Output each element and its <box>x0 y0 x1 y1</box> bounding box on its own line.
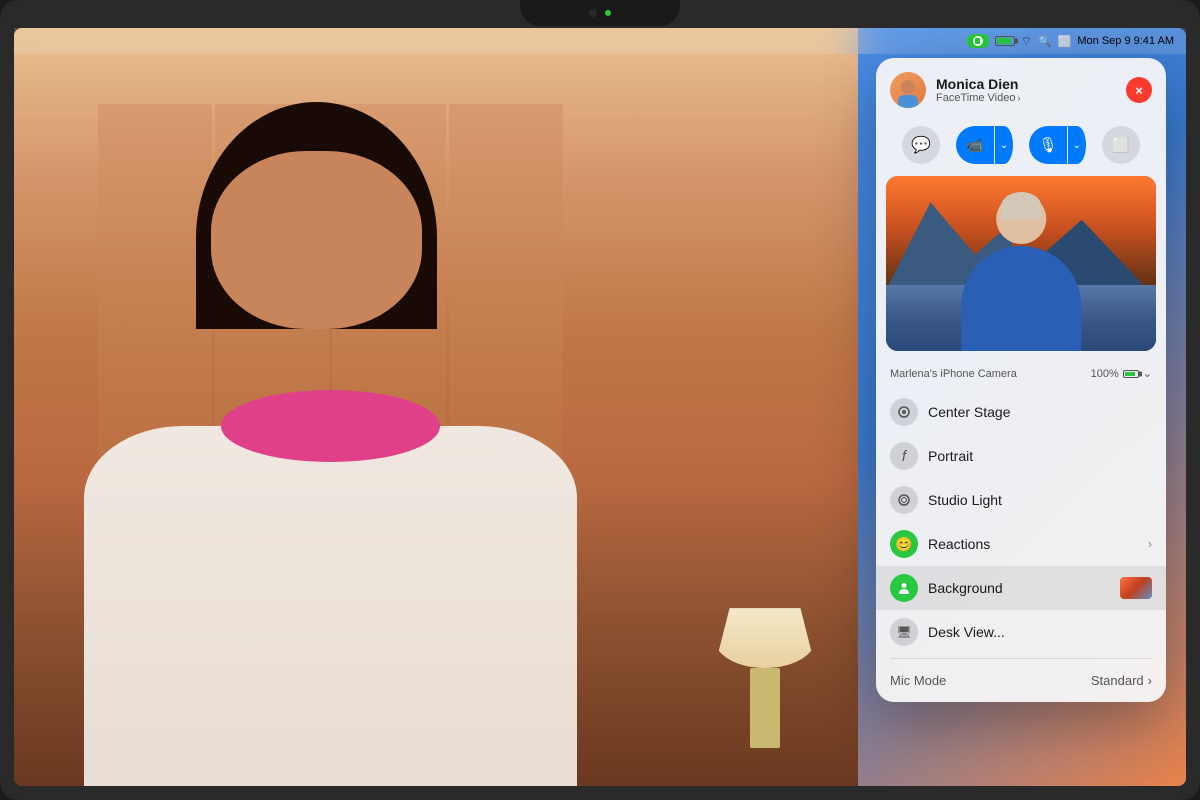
remote-video-feed <box>886 176 1156 351</box>
reactions-icon: 😊 <box>890 530 918 558</box>
battery-nub <box>1015 39 1018 44</box>
reactions-chevron: › <box>1148 537 1152 551</box>
mic-mode-chevron: › <box>1148 673 1152 688</box>
contact-info: Monica Dien FaceTime Video › <box>936 76 1126 105</box>
background-person-svg <box>897 581 911 595</box>
avatar-figure <box>897 78 919 108</box>
portrait-label: Portrait <box>928 448 1152 464</box>
video-battery-bar <box>1123 370 1139 378</box>
person-head <box>166 102 468 426</box>
menu-bar: ⌔ 🔍 ⬜ Mon Sep 9 9:41 AM <box>14 28 1186 54</box>
video-battery-fill <box>1125 372 1135 376</box>
avatar-body <box>898 95 918 108</box>
facetime-menu-indicator[interactable] <box>967 34 989 48</box>
background-thumbnail <box>1120 577 1152 599</box>
remote-person-figure <box>933 194 1109 352</box>
contact-name: Monica Dien <box>936 76 1126 93</box>
lamp-base <box>750 668 780 748</box>
chat-button[interactable]: 💬 <box>902 126 940 164</box>
battery-bar <box>995 36 1015 46</box>
remote-person-body <box>961 246 1081 352</box>
center-stage-label: Center Stage <box>928 404 1152 420</box>
mic-mode-standard: Standard <box>1091 673 1144 688</box>
mic-mode-value: Standard › <box>1091 673 1152 688</box>
wifi-icon[interactable]: ⌔ <box>1021 34 1032 49</box>
screen-mirroring-icon[interactable]: ⬜ <box>1058 35 1072 48</box>
menu-item-center-stage[interactable]: Center Stage <box>876 390 1166 434</box>
screen-share-button[interactable]: ⬜ <box>1102 126 1140 164</box>
video-dropdown-chevron: ⌄ <box>1000 140 1008 151</box>
remote-person-head <box>996 194 1046 244</box>
video-chevron-button[interactable]: ⌄ <box>995 126 1013 164</box>
room-lamp <box>714 608 815 748</box>
play-triangle <box>975 38 980 44</box>
desk-view-label: Desk View... <box>928 624 1152 640</box>
screen-share-icon: ⬜ <box>1112 137 1129 154</box>
camera-indicator-light <box>605 10 611 16</box>
menu-item-reactions[interactable]: 😊 Reactions › <box>876 522 1166 566</box>
mic-dropdown-chevron: ⌄ <box>1073 140 1081 151</box>
mic-control-group: 🎙 ⌄ <box>1029 126 1086 164</box>
mic-mode-row[interactable]: Mic Mode Standard › <box>876 663 1166 698</box>
background-thumb-image <box>1120 577 1152 599</box>
battery-percentage: 100% <box>1091 368 1119 380</box>
studio-light-svg <box>897 493 911 507</box>
menu-item-background[interactable]: Background <box>876 566 1166 610</box>
desk-view-icon: 🖥 <box>890 618 918 646</box>
battery-indicator <box>995 36 1015 46</box>
expand-icon[interactable]: ⌄ <box>1143 367 1152 380</box>
call-type-chevron: › <box>1017 93 1020 103</box>
person-collar <box>221 390 440 462</box>
menu-bar-right-items: ⌔ 🔍 ⬜ Mon Sep 9 9:41 AM <box>967 34 1174 49</box>
menubar-datetime: Mon Sep 9 9:41 AM <box>1077 35 1174 47</box>
center-stage-svg <box>897 405 911 419</box>
local-person-figure <box>56 66 604 786</box>
camera-source-bar: Marlena's iPhone Camera 100% ⌄ <box>876 361 1166 386</box>
avatar-head <box>901 80 915 94</box>
mic-mode-label: Mic Mode <box>890 673 946 688</box>
center-stage-icon <box>890 398 918 426</box>
remote-person-hair <box>1001 192 1041 220</box>
mic-chevron-button[interactable]: ⌄ <box>1068 126 1086 164</box>
screen: ⌔ 🔍 ⬜ Mon Sep 9 9:41 AM <box>14 28 1186 786</box>
person-body <box>84 426 578 786</box>
video-battery-nub <box>1139 371 1142 376</box>
background-label: Background <box>928 580 1112 596</box>
reactions-label: Reactions <box>928 536 1148 552</box>
contact-avatar <box>890 72 926 108</box>
call-type-label: FaceTime Video <box>936 92 1015 104</box>
studio-light-label: Studio Light <box>928 492 1152 508</box>
lamp-shade <box>714 608 815 668</box>
local-video-area <box>14 28 858 786</box>
camera-source-label: Marlena's iPhone Camera <box>890 368 1017 380</box>
battery-fill <box>997 38 1011 44</box>
camera-menu-items: Center Stage f Portrait Studio Light <box>876 386 1166 702</box>
menu-item-portrait[interactable]: f Portrait <box>876 434 1166 478</box>
camera-dot <box>589 9 597 17</box>
video-control-group: 📹 ⌄ <box>956 126 1013 164</box>
chat-icon: 💬 <box>911 135 931 155</box>
close-button[interactable]: × <box>1126 77 1152 103</box>
contact-call-type[interactable]: FaceTime Video › <box>936 92 1126 104</box>
person-face <box>211 151 422 329</box>
facetime-panel: Monica Dien FaceTime Video › × 💬 📹 <box>876 58 1166 702</box>
panel-header: Monica Dien FaceTime Video › × <box>876 58 1166 118</box>
mic-button[interactable]: 🎙 <box>1029 126 1067 164</box>
video-button[interactable]: 📹 <box>956 126 994 164</box>
mic-icon: 🎙 <box>1038 136 1057 154</box>
menu-item-desk-view[interactable]: 🖥 Desk View... <box>876 610 1166 654</box>
facetime-video-icon <box>973 36 983 46</box>
video-battery-info: 100% ⌄ <box>1091 367 1152 380</box>
background-icon <box>890 574 918 602</box>
video-icon: 📹 <box>966 137 983 154</box>
spotlight-icon[interactable]: 🔍 <box>1038 35 1052 48</box>
separator <box>890 658 1152 659</box>
mac-bezel: ⌔ 🔍 ⬜ Mon Sep 9 9:41 AM <box>0 0 1200 800</box>
menu-item-studio-light[interactable]: Studio Light <box>876 478 1166 522</box>
portrait-icon: f <box>890 442 918 470</box>
camera-notch <box>520 0 680 26</box>
controls-row: 💬 📹 ⌄ 🎙 ⌄ <box>876 118 1166 176</box>
studio-light-icon <box>890 486 918 514</box>
